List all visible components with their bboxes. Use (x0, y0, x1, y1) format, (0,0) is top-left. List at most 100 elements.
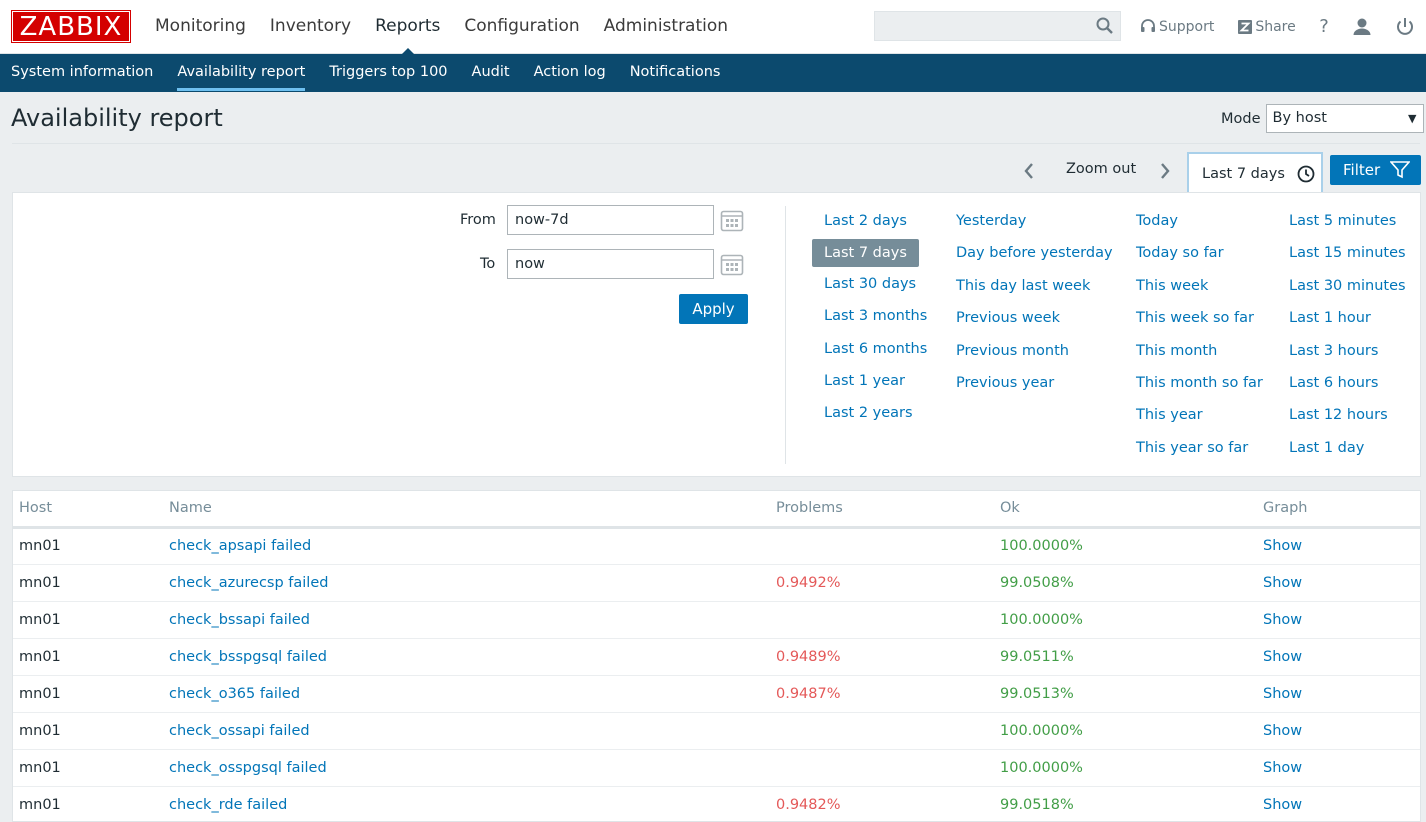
quick-range-link[interactable]: Today so far (1136, 241, 1263, 273)
subnav-system-information[interactable]: System information (11, 54, 153, 92)
time-filter-panel: From now-7d To now Apply Last 2 days Las… (12, 192, 1421, 477)
chevron-right-icon[interactable] (1156, 160, 1174, 182)
zoom-out-button[interactable]: Zoom out (1066, 161, 1136, 177)
quick-range-link-selected[interactable]: Last 7 days (812, 239, 919, 268)
ok-cell: 100.0000% (994, 712, 1257, 750)
quick-range-link[interactable]: Last 1 year (824, 369, 927, 401)
quick-range-link[interactable]: This day last week (956, 274, 1113, 306)
quick-range-link[interactable]: Today (1136, 209, 1263, 241)
table-header-row: Host Name Problems Ok Graph (13, 491, 1420, 529)
from-input[interactable]: now-7d (507, 205, 714, 235)
quick-range-link[interactable]: Last 12 hours (1289, 403, 1406, 435)
support-label: Support (1159, 19, 1215, 35)
problems-cell: 0.9492% (770, 564, 994, 602)
calendar-icon[interactable] (720, 253, 744, 277)
quick-range-link[interactable]: Day before yesterday (956, 241, 1113, 273)
quick-range-link[interactable]: This month (1136, 339, 1263, 371)
quick-range-link[interactable]: This week so far (1136, 306, 1263, 338)
search-icon[interactable] (1096, 17, 1114, 35)
show-graph-link[interactable]: Show (1263, 575, 1302, 591)
trigger-name-link[interactable]: check_azurecsp failed (169, 575, 328, 591)
subnav-action-log[interactable]: Action log (534, 54, 606, 92)
graph-cell: Show (1257, 675, 1420, 713)
quick-range-link[interactable]: Last 6 months (824, 337, 927, 369)
host-cell: mn01 (13, 601, 163, 639)
quick-range-link[interactable]: Last 2 days (824, 209, 927, 241)
column-header-host[interactable]: Host (13, 491, 163, 529)
zabbix-logo[interactable]: ZABBIX (12, 11, 130, 42)
support-link[interactable]: Support (1140, 19, 1214, 35)
to-input[interactable]: now (507, 249, 714, 279)
show-graph-link[interactable]: Show (1263, 760, 1302, 776)
quick-range-link[interactable]: This year (1136, 403, 1263, 435)
filter-tab-button[interactable]: Filter (1330, 155, 1421, 185)
trigger-name-link[interactable]: check_bssapi failed (169, 612, 310, 628)
quick-range-link[interactable]: Last 6 hours (1289, 371, 1406, 403)
quick-range-link[interactable]: Last 3 months (824, 304, 927, 336)
trigger-name-link[interactable]: check_ossapi failed (169, 723, 310, 739)
user-profile-icon[interactable] (1351, 16, 1373, 38)
quick-range-link[interactable]: This week (1136, 274, 1263, 306)
trigger-name-link[interactable]: check_osspgsql failed (169, 760, 327, 776)
time-range-tab[interactable]: Last 7 days (1187, 152, 1323, 193)
quick-ranges-column-4: Last 5 minutes Last 15 minutes Last 30 m… (1289, 209, 1406, 468)
mode-label: Mode (1221, 110, 1261, 127)
quick-range-link[interactable]: Last 3 hours (1289, 339, 1406, 371)
table-row: mn01 check_ossapi failed 100.0000% Show (13, 712, 1420, 750)
show-graph-link[interactable]: Show (1263, 723, 1302, 739)
quick-range-link[interactable]: Last 2 years (824, 401, 927, 433)
mode-select[interactable]: By host ▼ (1265, 104, 1424, 133)
quick-range-link[interactable]: Last 30 minutes (1289, 274, 1406, 306)
menu-reports[interactable]: Reports (363, 0, 452, 55)
show-graph-link[interactable]: Show (1263, 797, 1302, 813)
trigger-name-link[interactable]: check_rde failed (169, 797, 287, 813)
menu-inventory[interactable]: Inventory (258, 0, 363, 54)
show-graph-link[interactable]: Show (1263, 649, 1302, 665)
dropdown-caret-icon: ▼ (1408, 112, 1417, 125)
mode-select-value: By host (1272, 110, 1327, 126)
sign-out-icon[interactable] (1394, 16, 1416, 38)
trigger-name-cell: check_azurecsp failed (163, 564, 770, 602)
search-input[interactable] (875, 12, 1085, 40)
quick-range-link[interactable]: Last 15 minutes (1289, 241, 1406, 273)
calendar-icon[interactable] (720, 209, 744, 233)
apply-button[interactable]: Apply (679, 294, 748, 324)
trigger-name-link[interactable]: check_bsspgsql failed (169, 649, 327, 665)
quick-range-link[interactable]: Last 1 hour (1289, 306, 1406, 338)
menu-administration[interactable]: Administration (592, 0, 740, 54)
quick-ranges-column-2: Yesterday Day before yesterday This day … (956, 209, 1113, 403)
ok-cell: 100.0000% (994, 601, 1257, 639)
chevron-left-icon[interactable] (1020, 160, 1038, 182)
subnav-triggers-top-100[interactable]: Triggers top 100 (329, 54, 447, 92)
column-header-name[interactable]: Name (163, 491, 770, 529)
subnav-audit[interactable]: Audit (472, 54, 510, 92)
quick-ranges-column-1: Last 2 days Last 7 days Last 30 days Las… (812, 209, 927, 434)
menu-configuration[interactable]: Configuration (452, 0, 591, 54)
column-header-ok: Ok (994, 491, 1257, 529)
trigger-name-link[interactable]: check_apsapi failed (169, 538, 311, 554)
table-row: mn01 check_bssapi failed 100.0000% Show (13, 601, 1420, 639)
quick-range-link[interactable]: This year so far (1136, 436, 1263, 468)
quick-range-link[interactable]: Previous week (956, 306, 1113, 338)
top-links: Support Share (1140, 0, 1320, 54)
quick-range-link[interactable]: Last 30 days (824, 272, 927, 304)
quick-range-link[interactable]: This month so far (1136, 371, 1263, 403)
subnav-availability-report[interactable]: Availability report (177, 54, 305, 92)
trigger-name-link[interactable]: check_o365 failed (169, 686, 300, 702)
quick-range-link[interactable]: Yesterday (956, 209, 1113, 241)
quick-range-link[interactable]: Last 1 day (1289, 436, 1406, 468)
table-row: mn01 check_azurecsp failed 0.9492% 99.0508%… (13, 564, 1420, 602)
show-graph-link[interactable]: Show (1263, 612, 1302, 628)
quick-range-link[interactable]: Last 5 minutes (1289, 209, 1406, 241)
header-divider (12, 143, 1420, 144)
show-graph-link[interactable]: Show (1263, 686, 1302, 702)
quick-range-link[interactable]: Previous year (956, 371, 1113, 403)
share-link[interactable]: Share (1238, 19, 1296, 35)
subnav-notifications[interactable]: Notifications (630, 54, 721, 92)
host-cell: mn01 (13, 749, 163, 787)
help-icon[interactable]: ? (1313, 16, 1335, 38)
graph-cell: Show (1257, 564, 1420, 602)
show-graph-link[interactable]: Show (1263, 538, 1302, 554)
quick-range-link[interactable]: Previous month (956, 339, 1113, 371)
menu-monitoring[interactable]: Monitoring (143, 0, 258, 54)
